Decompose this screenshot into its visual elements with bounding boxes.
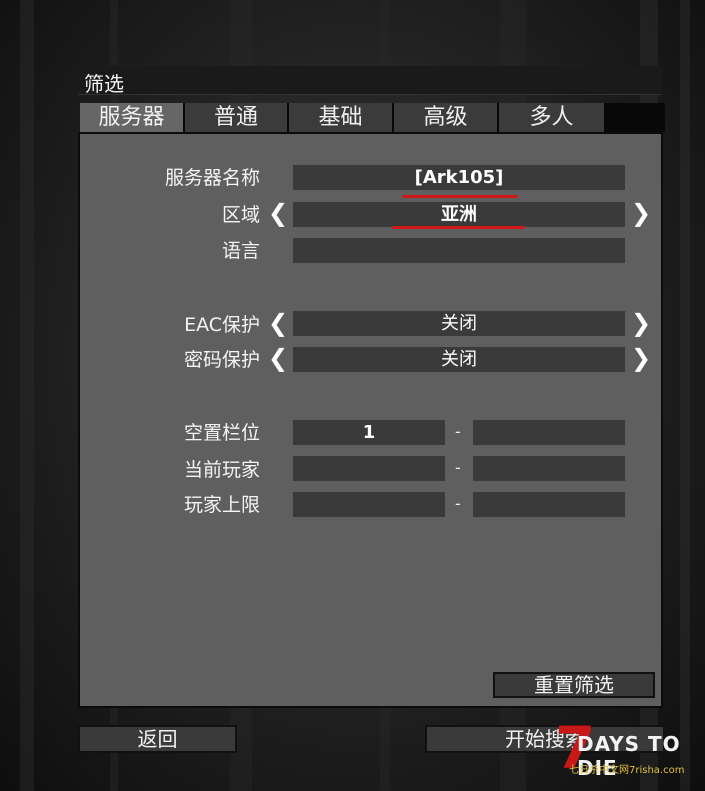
free-slots-max-input[interactable] <box>473 420 625 445</box>
free-slots-label: 空置栏位 <box>183 422 260 444</box>
max-players-dash: - <box>455 494 461 513</box>
tab-general[interactable]: 普通 <box>185 103 287 132</box>
tab-server[interactable]: 服务器 <box>80 103 183 132</box>
tab-advanced[interactable]: 高级 <box>394 103 497 132</box>
reset-filters-button[interactable]: 重置筛选 <box>493 672 655 698</box>
password-select[interactable]: 关闭 <box>293 347 625 372</box>
tab-basic[interactable]: 基础 <box>289 103 392 132</box>
language-select[interactable] <box>293 238 625 263</box>
current-players-min-input[interactable] <box>293 456 445 481</box>
window-title: 筛选 <box>84 72 124 96</box>
free-slots-min-input[interactable]: 1 <box>293 420 445 445</box>
max-players-max-input[interactable] <box>473 492 625 517</box>
region-next-arrow-icon[interactable]: ❯ <box>631 201 651 226</box>
tab-bar: 服务器 普通 基础 高级 多人 <box>80 103 665 132</box>
free-slots-dash: - <box>455 422 461 441</box>
logo-site: 七日杀中文网7risha.com <box>569 765 685 776</box>
server-name-underline <box>402 195 518 198</box>
password-prev-arrow-icon[interactable]: ❮ <box>268 346 288 371</box>
region-prev-arrow-icon[interactable]: ❮ <box>268 201 288 226</box>
current-players-max-input[interactable] <box>473 456 625 481</box>
tab-multiplayer[interactable]: 多人 <box>499 103 604 132</box>
filter-window-title: 筛选 <box>78 66 662 96</box>
server-name-input[interactable]: [Ark105] <box>293 165 625 190</box>
7-days-to-die-logo: 7 DAYS TO DIE 七日杀中文网7risha.com <box>555 714 700 782</box>
eac-select[interactable]: 关闭 <box>293 311 625 336</box>
current-players-dash: - <box>455 458 461 477</box>
language-label: 语言 <box>221 240 260 262</box>
eac-prev-arrow-icon[interactable]: ❮ <box>268 311 288 336</box>
password-next-arrow-icon[interactable]: ❯ <box>631 346 651 371</box>
max-players-label: 玩家上限 <box>183 494 260 516</box>
current-players-label: 当前玩家 <box>183 459 260 481</box>
region-select[interactable]: 亚洲 <box>293 202 625 227</box>
eac-label: EAC保护 <box>184 314 260 336</box>
password-label: 密码保护 <box>183 349 260 371</box>
server-name-label: 服务器名称 <box>164 167 260 189</box>
max-players-min-input[interactable] <box>293 492 445 517</box>
back-button[interactable]: 返回 <box>78 725 237 753</box>
region-underline <box>392 226 525 229</box>
eac-next-arrow-icon[interactable]: ❯ <box>631 311 651 336</box>
region-label: 区域 <box>221 204 260 226</box>
